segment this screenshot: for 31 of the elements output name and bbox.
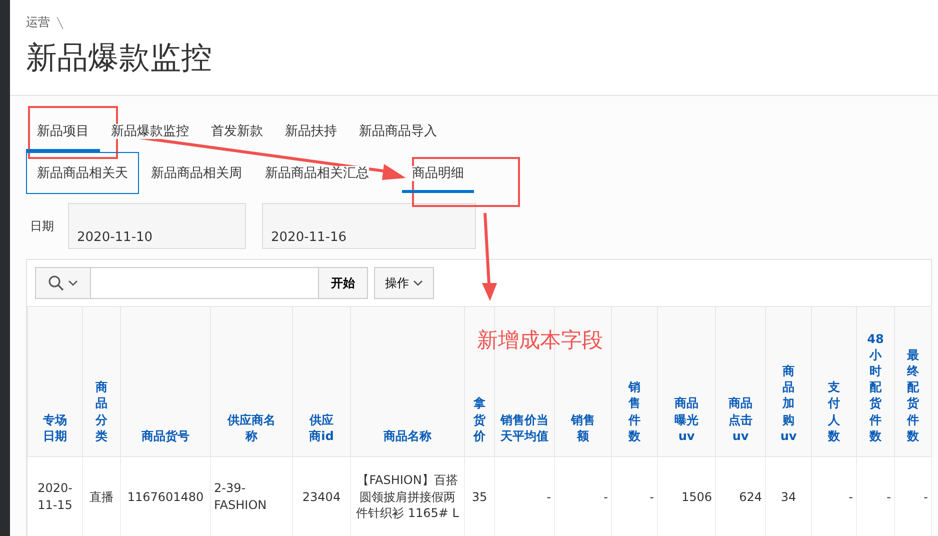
tab[interactable]: 新品项目 (26, 110, 100, 152)
column-header[interactable]: 商品点击uv (728, 395, 752, 444)
field-label: 日期 (30, 218, 55, 234)
tab[interactable]: 商品明细 (401, 152, 475, 194)
column-header[interactable]: 支付人数 (828, 379, 840, 444)
column-header[interactable]: 商品名称 (384, 428, 432, 444)
column-header[interactable]: 销售件数 (628, 379, 640, 444)
tab[interactable]: 新品商品相关周 (140, 152, 253, 194)
tab[interactable]: 新品商品导入 (348, 110, 448, 152)
tab[interactable]: 新品扶持 (274, 110, 348, 152)
annotation-text: 新增成本字段 (477, 327, 603, 354)
date-field[interactable]: 2020-11-10 (68, 203, 246, 249)
column-header[interactable]: 商品货号 (142, 428, 190, 444)
column-header[interactable]: 商品曝光uv (674, 395, 698, 444)
column-header[interactable]: 供应商名称 (228, 412, 276, 444)
column-header[interactable]: 销售额 (571, 412, 595, 444)
column-header[interactable]: 拿货价 (474, 395, 486, 444)
table-cell: 2020-11-15 (28, 456, 82, 536)
tab[interactable]: 首发新款 (200, 110, 274, 152)
column-header[interactable]: 供应商id (306, 412, 336, 444)
date-field[interactable]: 2020-11-16 (262, 203, 476, 249)
column-header[interactable]: 商品分类 (96, 379, 108, 444)
tab[interactable]: 新品爆款监控 (100, 110, 200, 152)
tab[interactable]: 新品商品相关汇总 (254, 152, 380, 194)
go-button[interactable]: 开始 (319, 267, 368, 299)
breadcrumb-link[interactable]: 运营 (26, 14, 50, 31)
tab[interactable]: 新品商品相关天 (26, 152, 139, 194)
column-header[interactable]: 专场日期 (43, 412, 67, 444)
actions-button[interactable]: 操作 (374, 267, 434, 299)
page-title: 新品爆款监控 (26, 39, 213, 78)
column-header[interactable]: 销售价当天平均值 (500, 412, 548, 444)
